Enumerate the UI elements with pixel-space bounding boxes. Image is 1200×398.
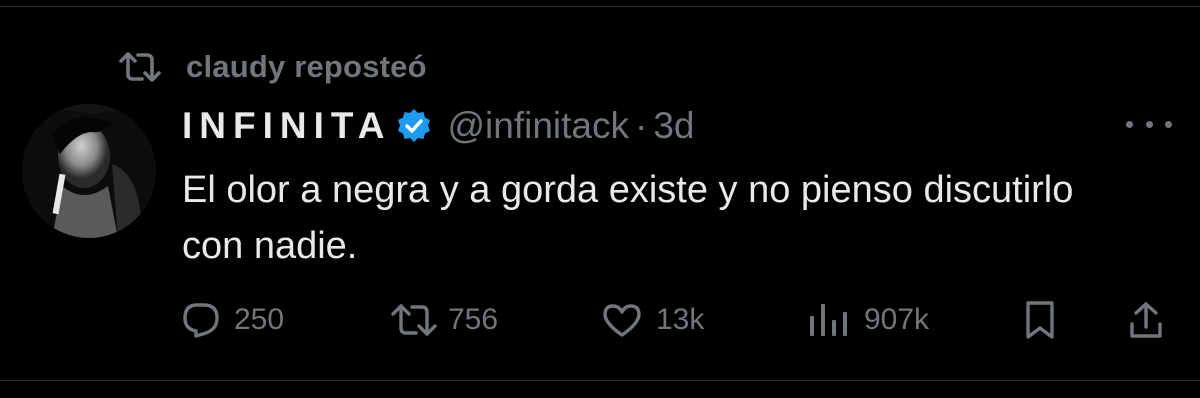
separator-dot: · [634, 105, 648, 146]
views-button[interactable]: 907k [808, 294, 929, 346]
avatar[interactable] [22, 104, 156, 238]
author-handle[interactable]: @infinitack [447, 105, 629, 147]
repost-count: 756 [448, 303, 499, 336]
repost-icon [390, 302, 438, 338]
share-icon [1128, 300, 1164, 340]
heart-icon [602, 302, 642, 338]
author-name[interactable]: INFINITA [182, 105, 391, 147]
more-options-icon[interactable] [1126, 112, 1172, 136]
reply-button[interactable]: 250 [182, 294, 284, 346]
analytics-icon [808, 302, 850, 338]
bookmark-button[interactable] [1024, 294, 1056, 346]
reply-icon [182, 302, 220, 338]
repost-label: claudy reposteó [186, 49, 427, 84]
tweet-header: INFINITA @infinitack · 3d [182, 104, 694, 148]
action-bar: 250 756 13k 907k [182, 294, 1172, 346]
verified-badge-icon[interactable] [395, 107, 433, 145]
like-button[interactable]: 13k [602, 294, 704, 346]
repost-button[interactable]: 756 [390, 294, 498, 346]
timestamp[interactable]: 3d [653, 105, 694, 147]
tweet-text: El olor a negra y a gorda existe y no pi… [182, 169, 1074, 267]
bottom-divider [0, 380, 1200, 398]
top-divider [0, 0, 1200, 7]
views-count: 907k [864, 303, 930, 336]
reply-count: 250 [234, 303, 285, 336]
share-button[interactable] [1128, 294, 1164, 346]
repost-context[interactable]: claudy reposteó [118, 46, 427, 88]
bookmark-icon [1024, 300, 1056, 340]
like-count: 13k [656, 303, 705, 336]
repost-icon [118, 50, 162, 84]
